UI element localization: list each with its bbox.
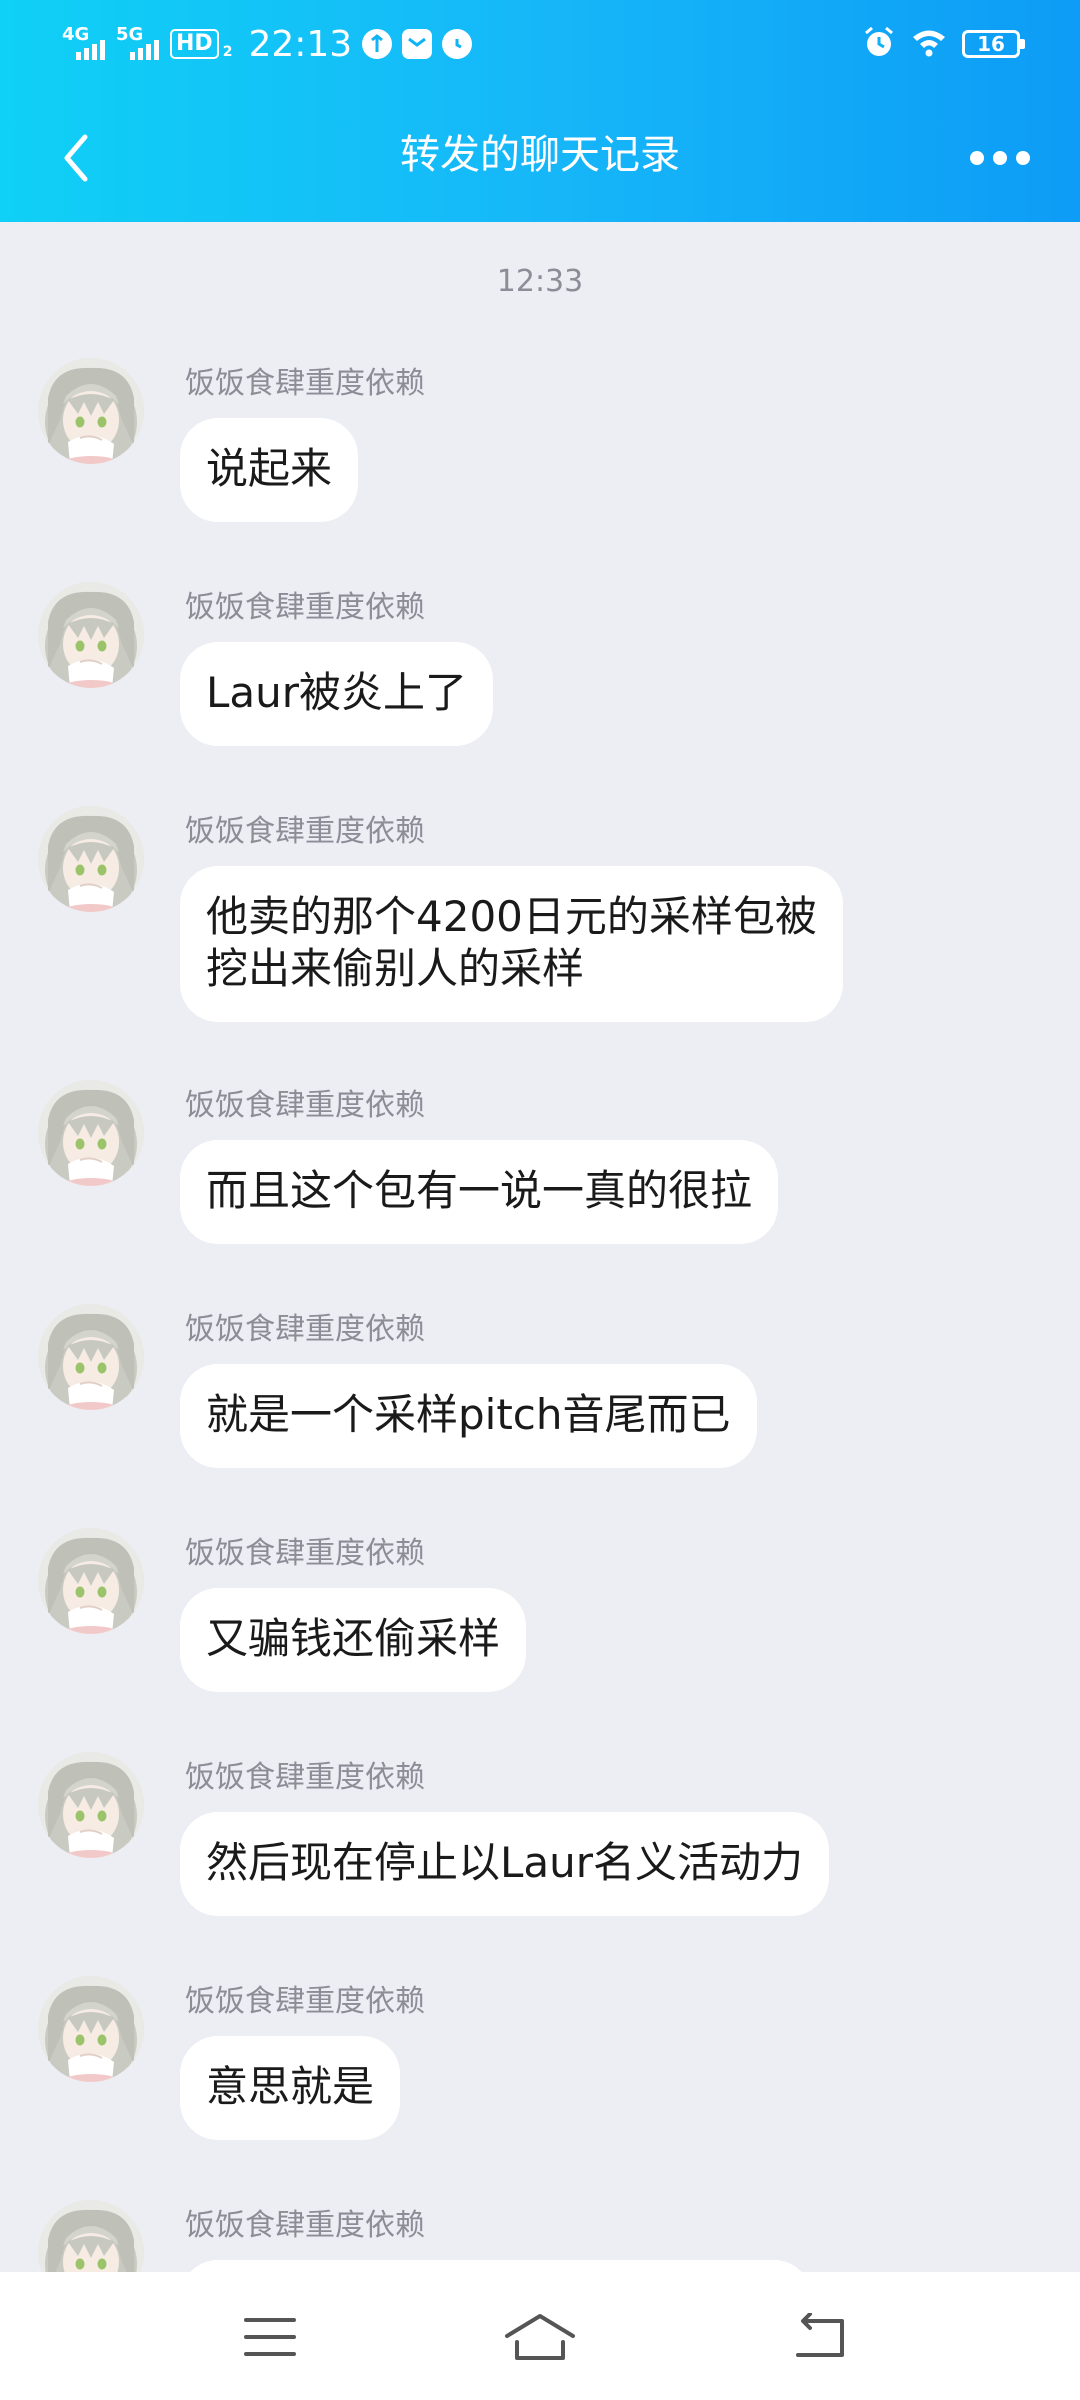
more-dots-icon bbox=[970, 151, 984, 165]
avatar[interactable] bbox=[38, 1976, 144, 2082]
chevron-left-icon bbox=[64, 134, 88, 182]
message-bubble[interactable]: 然后现在停止以Laur名义活动力 bbox=[180, 1812, 830, 1916]
sender-name: 饭饭食肆重度依赖 bbox=[185, 1312, 425, 1347]
message-bubble[interactable]: 而且这个包有一说一真的很拉 bbox=[180, 1140, 779, 1244]
status-bar-right: 16 bbox=[862, 24, 1025, 64]
sender-name: 饭饭食肆重度依赖 bbox=[185, 2208, 425, 2243]
signal-5g-icon: 5G bbox=[116, 24, 160, 64]
avatar[interactable] bbox=[38, 2200, 144, 2272]
alarm-icon bbox=[862, 25, 896, 63]
back-icon bbox=[796, 2313, 844, 2357]
home-button[interactable] bbox=[500, 2302, 580, 2372]
wifi-icon bbox=[910, 26, 948, 62]
hd-voice-badge: HD bbox=[170, 29, 219, 59]
menu-button[interactable] bbox=[230, 2302, 310, 2372]
message-bubble[interactable]: 意思就是 bbox=[180, 2036, 401, 2140]
avatar[interactable] bbox=[38, 582, 144, 688]
avatar[interactable] bbox=[38, 1752, 144, 1858]
status-bar: 4G 5G HD 2 22:13 16 bbox=[0, 0, 1080, 88]
back-nav-button[interactable] bbox=[780, 2302, 860, 2372]
sender-name: 饭饭食肆重度依赖 bbox=[185, 366, 425, 401]
top-header: 4G 5G HD 2 22:13 16 转发的聊天记录 bbox=[0, 0, 1080, 222]
data-saver-icon bbox=[362, 29, 393, 59]
back-button[interactable] bbox=[36, 118, 116, 198]
menu-icon bbox=[244, 2318, 296, 2356]
message-bubble[interactable]: Laur被炎上了 bbox=[180, 642, 494, 746]
message-timestamp: 12:33 bbox=[496, 264, 584, 299]
mail-icon bbox=[402, 29, 433, 59]
battery-indicator: 16 bbox=[962, 30, 1025, 58]
home-icon bbox=[505, 2314, 575, 2360]
chat-history[interactable]: 12:33 饭饭食肆重度依赖 说起来 饭饭食肆重度依赖 Laur被炎上了 饭饭食… bbox=[0, 222, 1080, 2272]
message-bubble[interactable] bbox=[180, 2260, 812, 2272]
alarm-icon bbox=[442, 29, 473, 59]
avatar[interactable] bbox=[38, 806, 144, 912]
system-nav-bar bbox=[0, 2272, 1080, 2400]
sender-name: 饭饭食肆重度依赖 bbox=[185, 1088, 425, 1123]
hd-voice-sub: 2 bbox=[222, 44, 233, 60]
avatar[interactable] bbox=[38, 1304, 144, 1410]
message-line: 他卖的那个4200日元的采样包被 bbox=[206, 892, 817, 941]
message-bubble[interactable]: 说起来 bbox=[180, 418, 359, 522]
avatar[interactable] bbox=[38, 1080, 144, 1186]
page-title: 转发的聊天记录 bbox=[400, 132, 680, 178]
status-time: 22:13 bbox=[248, 23, 353, 65]
sender-name: 饭饭食肆重度依赖 bbox=[185, 1536, 425, 1571]
more-button[interactable] bbox=[960, 128, 1040, 188]
message-bubble[interactable]: 就是一个采样pitch音尾而已 bbox=[180, 1364, 757, 1468]
sender-name: 饭饭食肆重度依赖 bbox=[185, 590, 425, 625]
avatar[interactable] bbox=[38, 358, 144, 464]
avatar[interactable] bbox=[38, 1528, 144, 1634]
status-bar-left: 4G 5G HD 2 22:13 bbox=[62, 22, 473, 66]
sender-name: 饭饭食肆重度依赖 bbox=[185, 1984, 425, 2019]
message-bubble[interactable]: 又骗钱还偷采样 bbox=[180, 1588, 527, 1692]
sender-name: 饭饭食肆重度依赖 bbox=[185, 814, 425, 849]
sender-name: 饭饭食肆重度依赖 bbox=[185, 1760, 425, 1795]
message-bubble[interactable]: 他卖的那个4200日元的采样包被 挖出来偷别人的采样 bbox=[180, 866, 843, 1022]
signal-4g-icon: 4G bbox=[62, 24, 106, 64]
nav-bar: 转发的聊天记录 bbox=[0, 88, 1080, 222]
message-line: 挖出来偷别人的采样 bbox=[206, 944, 585, 993]
